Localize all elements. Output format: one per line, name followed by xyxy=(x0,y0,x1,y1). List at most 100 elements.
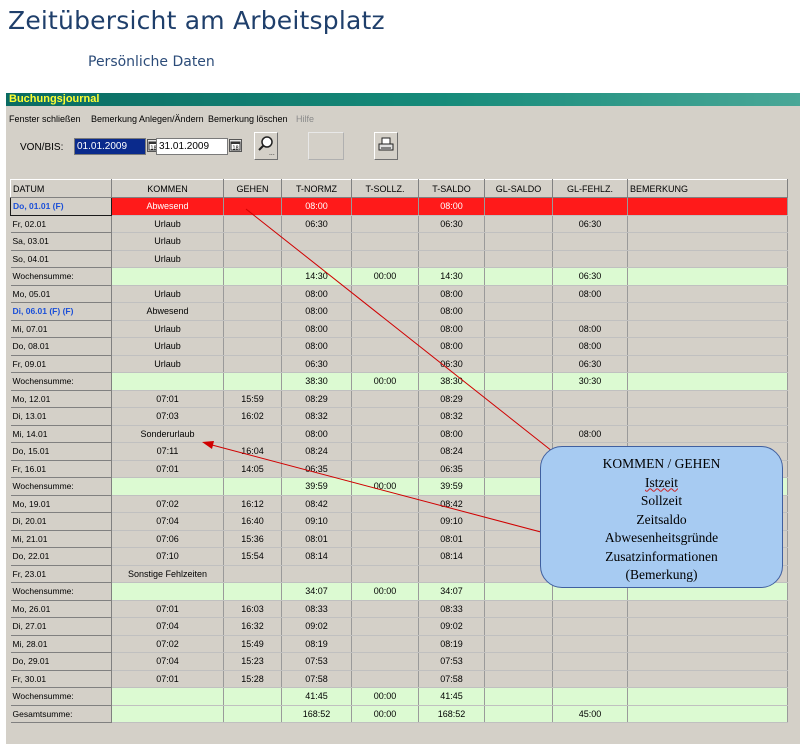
disabled-toolbar-button[interactable] xyxy=(308,132,344,160)
table-cell: 07:01 xyxy=(111,670,224,688)
column-header[interactable]: KOMMEN xyxy=(111,179,224,198)
table-row[interactable]: Fr, 02.01 Urlaub 06:30 06:30 06:30 xyxy=(10,215,788,233)
table-cell: 08:42 xyxy=(281,495,352,513)
table-row[interactable]: Di, 13.01 07:03 16:02 08:32 08:32 xyxy=(10,407,788,426)
date-cell: Di, 13.01 xyxy=(10,407,112,426)
table-cell: 08:00 xyxy=(418,302,485,321)
table-cell: 09:02 xyxy=(418,617,485,636)
table-cell xyxy=(223,355,282,373)
table-row[interactable]: Fr, 30.01 07:01 15:28 07:58 07:58 xyxy=(10,670,788,688)
table-cell: 08:00 xyxy=(552,285,628,303)
table-row[interactable]: Sa, 03.01 Urlaub xyxy=(10,232,788,251)
table-cell: 168:52 xyxy=(281,705,352,723)
date-from-field[interactable]: 01.01.2009 xyxy=(74,138,146,155)
svg-text:18: 18 xyxy=(232,146,238,152)
week-sum-row[interactable]: Wochensumme: 38:30 00:00 38:30 30:30 xyxy=(10,372,788,391)
table-cell xyxy=(351,617,419,636)
date-cell: Wochensumme: xyxy=(10,687,112,706)
table-cell xyxy=(484,232,553,251)
table-row[interactable]: So, 04.01 Urlaub xyxy=(10,250,788,268)
table-row[interactable]: Di, 06.01 (F) (F) Abwesend 08:00 08:00 xyxy=(10,302,788,321)
table-cell: 00:00 xyxy=(351,687,419,706)
menu-fenster-schliessen[interactable]: Fenster schließen xyxy=(9,111,81,127)
table-row[interactable]: Do, 01.01 (F) Abwesend 08:00 08:00 xyxy=(10,197,788,216)
table-cell xyxy=(223,687,282,706)
table-cell xyxy=(223,267,282,286)
table-row[interactable]: Mi, 28.01 07:02 15:49 08:19 08:19 xyxy=(10,635,788,653)
window-title: Buchungsjournal xyxy=(6,93,800,106)
table-cell: 08:00 xyxy=(281,320,352,338)
table-cell: 16:02 xyxy=(223,407,282,426)
table-cell: Urlaub xyxy=(111,215,224,233)
calendar-icon-graphic: 18 xyxy=(230,141,241,152)
table-cell: 07:01 xyxy=(111,600,224,618)
date-cell: Wochensumme: xyxy=(10,267,112,286)
total-sum-row[interactable]: Gesamtsumme: 168:52 00:00 168:52 45:00 xyxy=(10,705,788,723)
table-cell: 08:01 xyxy=(418,530,485,548)
column-header[interactable]: GL-SALDO xyxy=(484,179,553,198)
table-cell: 08:19 xyxy=(418,635,485,653)
table-cell xyxy=(627,285,788,303)
table-cell xyxy=(484,250,553,268)
table-cell xyxy=(484,425,553,443)
table-cell: 07:58 xyxy=(281,670,352,688)
table-cell xyxy=(223,215,282,233)
table-cell: 09:10 xyxy=(418,512,485,531)
search-button[interactable]: ... xyxy=(254,132,278,160)
menu-bemerkung-anlegen[interactable]: Bemerkung Anlegen/Ändern xyxy=(91,111,204,127)
table-cell xyxy=(627,232,788,251)
table-row[interactable]: Fr, 09.01 Urlaub 06:30 06:30 06:30 xyxy=(10,355,788,373)
table-cell: Urlaub xyxy=(111,250,224,268)
date-cell: Gesamtsumme: xyxy=(10,705,112,723)
column-header[interactable]: BEMERKUNG xyxy=(627,179,788,198)
table-cell: Urlaub xyxy=(111,355,224,373)
week-sum-row[interactable]: Wochensumme: 14:30 00:00 14:30 06:30 xyxy=(10,267,788,286)
table-cell xyxy=(552,670,628,688)
table-cell: 14:30 xyxy=(418,267,485,286)
column-header[interactable]: T-SALDO xyxy=(418,179,485,198)
table-cell xyxy=(281,232,352,251)
table-row[interactable]: Mi, 14.01 Sonderurlaub 08:00 08:00 08:00 xyxy=(10,425,788,443)
menu-bemerkung-loeschen[interactable]: Bemerkung löschen xyxy=(208,111,288,127)
table-row[interactable]: Mo, 26.01 07:01 16:03 08:33 08:33 xyxy=(10,600,788,618)
column-header[interactable]: T-SOLLZ. xyxy=(351,179,419,198)
table-cell xyxy=(627,267,788,286)
table-cell xyxy=(111,687,224,706)
date-cell: Di, 20.01 xyxy=(10,512,112,531)
calendar-icon[interactable]: 18 xyxy=(229,139,242,152)
table-cell: 08:00 xyxy=(418,285,485,303)
print-button[interactable] xyxy=(374,132,398,160)
table-row[interactable]: Di, 27.01 07:04 16:32 09:02 09:02 xyxy=(10,617,788,636)
table-cell: 06:30 xyxy=(281,355,352,373)
table-cell: 08:33 xyxy=(418,600,485,618)
table-row[interactable]: Do, 08.01 Urlaub 08:00 08:00 08:00 xyxy=(10,337,788,356)
table-cell: 06:35 xyxy=(281,460,352,478)
table-cell: 08:24 xyxy=(418,442,485,461)
table-cell: 16:03 xyxy=(223,600,282,618)
table-cell xyxy=(223,705,282,723)
menu-hilfe[interactable]: Hilfe xyxy=(296,111,314,127)
column-header[interactable]: GL-FEHLZ. xyxy=(552,179,628,198)
table-row[interactable]: Mo, 05.01 Urlaub 08:00 08:00 08:00 xyxy=(10,285,788,303)
table-row[interactable]: Mo, 12.01 07:01 15:59 08:29 08:29 xyxy=(10,390,788,408)
column-header[interactable]: T-NORMZ xyxy=(281,179,352,198)
table-cell xyxy=(351,355,419,373)
table-row[interactable]: Do, 29.01 07:04 15:23 07:53 07:53 xyxy=(10,652,788,671)
table-cell xyxy=(627,337,788,356)
date-cell: Mi, 21.01 xyxy=(10,530,112,548)
table-cell xyxy=(281,565,352,583)
table-cell: 41:45 xyxy=(418,687,485,706)
table-cell xyxy=(484,267,553,286)
table-cell: 08:00 xyxy=(418,337,485,356)
table-cell xyxy=(484,390,553,408)
date-cell: Mo, 05.01 xyxy=(10,285,112,303)
date-cell: So, 04.01 xyxy=(10,250,112,268)
table-cell xyxy=(484,320,553,338)
table-cell: 39:59 xyxy=(418,477,485,496)
table-cell xyxy=(484,617,553,636)
week-sum-row[interactable]: Wochensumme: 41:45 00:00 41:45 xyxy=(10,687,788,706)
date-to-field[interactable]: 31.01.2009 xyxy=(156,138,228,155)
column-header[interactable]: GEHEN xyxy=(223,179,282,198)
column-header[interactable]: DATUM xyxy=(10,179,112,198)
table-row[interactable]: Mi, 07.01 Urlaub 08:00 08:00 08:00 xyxy=(10,320,788,338)
